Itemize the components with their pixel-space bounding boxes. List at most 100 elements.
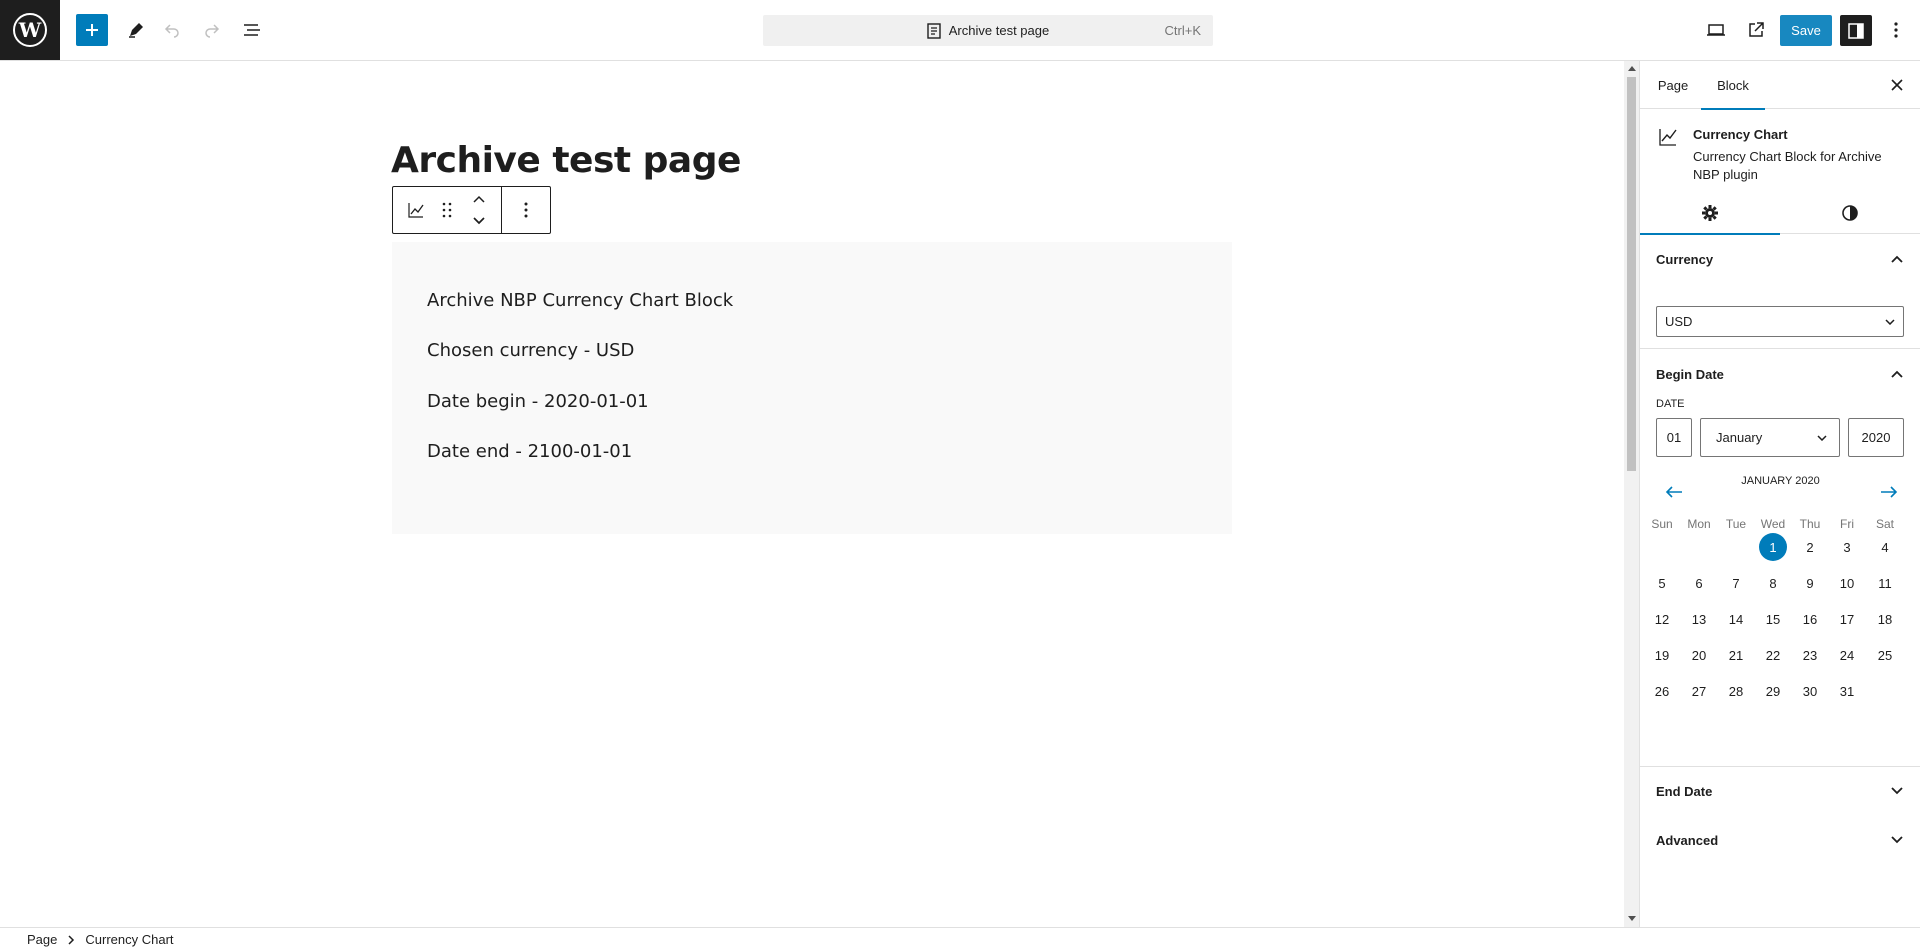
calendar-day[interactable]: 31 (1833, 677, 1861, 705)
save-button[interactable]: Save (1780, 15, 1832, 46)
more-vertical-icon (1894, 22, 1898, 38)
block-card-title: Currency Chart (1693, 127, 1788, 142)
calendar-day[interactable]: 24 (1833, 641, 1861, 669)
calendar-day[interactable]: 13 (1685, 605, 1713, 633)
move-down-button[interactable] (467, 211, 491, 229)
calendar-day[interactable]: 27 (1685, 677, 1713, 705)
calendar-day[interactable]: 23 (1796, 641, 1824, 669)
calendar-day[interactable]: 9 (1796, 569, 1824, 597)
scroll-down-arrow[interactable] (1627, 913, 1636, 923)
drag-handle[interactable] (437, 197, 457, 223)
tab-page[interactable]: Page (1648, 61, 1698, 109)
settings-toggle-button[interactable] (1840, 15, 1872, 46)
currency-select[interactable]: USD (1656, 306, 1904, 337)
settings-sidebar: Page Block Currency Chart Currency Chart… (1639, 61, 1920, 927)
arrow-left-icon (1665, 486, 1682, 498)
more-vertical-icon (524, 202, 528, 218)
chevron-down-icon (1817, 434, 1827, 441)
drag-handle-icon (442, 202, 452, 218)
calendar-day[interactable]: 20 (1685, 641, 1713, 669)
undo-button[interactable] (156, 14, 188, 46)
close-icon (1891, 79, 1903, 91)
chevron-up-icon (473, 195, 485, 203)
calendar-day[interactable]: 15 (1759, 605, 1787, 633)
calendar-day[interactable]: 14 (1722, 605, 1750, 633)
advanced-panel-title: Advanced (1656, 832, 1719, 848)
calendar-day-selected[interactable]: 1 (1759, 533, 1787, 561)
breadcrumb-page[interactable]: Page (27, 932, 57, 947)
day-input[interactable]: 01 (1656, 418, 1692, 457)
calendar-day[interactable]: 16 (1796, 605, 1824, 633)
move-up-button[interactable] (467, 191, 491, 209)
block-options-button[interactable] (511, 197, 541, 223)
calendar-day[interactable]: 8 (1759, 569, 1787, 597)
calendar-day[interactable]: 12 (1648, 605, 1676, 633)
svg-text:W: W (18, 18, 42, 42)
desktop-icon (1707, 24, 1725, 36)
command-palette-bar[interactable]: Archive test page Ctrl+K (763, 15, 1213, 46)
calendar-day[interactable]: 21 (1722, 641, 1750, 669)
close-sidebar-button[interactable] (1885, 73, 1909, 97)
calendar-day[interactable]: 3 (1833, 533, 1861, 561)
calendar-day[interactable]: 30 (1796, 677, 1824, 705)
month-select[interactable]: January (1700, 418, 1840, 457)
scroll-up-arrow[interactable] (1627, 63, 1636, 73)
calendar-day[interactable]: 2 (1796, 533, 1824, 561)
currency-select-value: USD (1665, 314, 1693, 329)
calendar-day[interactable]: 25 (1871, 641, 1899, 669)
end-date-panel-toggle[interactable]: End Date (1640, 767, 1920, 815)
block-card-description: Currency Chart Block for Archive NBP plu… (1693, 149, 1882, 182)
tab-styles[interactable] (1780, 192, 1920, 234)
redo-button[interactable] (196, 14, 228, 46)
options-button[interactable] (1880, 14, 1912, 46)
advanced-panel-toggle[interactable]: Advanced (1640, 816, 1920, 864)
date-label: DATE (1656, 398, 1685, 410)
view-page-button[interactable] (1740, 14, 1772, 46)
block-breadcrumb: Page Currency Chart (0, 927, 1920, 951)
calendar-day[interactable]: 18 (1871, 605, 1899, 633)
undo-icon (164, 24, 179, 38)
block-toolbar (392, 186, 551, 234)
canvas-scrollbar[interactable] (1624, 61, 1639, 927)
document-overview-button[interactable] (236, 14, 268, 46)
list-view-icon (244, 24, 260, 36)
gear-icon (1702, 205, 1718, 221)
calendar-day[interactable]: 4 (1871, 533, 1899, 561)
currency-chart-block[interactable]: Archive NBP Currency Chart Block Chosen … (392, 242, 1232, 534)
editor-canvas[interactable]: Archive test page Archive NBP Currency C… (0, 61, 1624, 927)
begin-date-panel-toggle[interactable]: Begin Date (1640, 350, 1920, 398)
chevron-down-icon (473, 217, 485, 225)
month-select-value: January (1716, 430, 1763, 445)
calendar-day[interactable]: 28 (1722, 677, 1750, 705)
begin-date-panel-title: Begin Date (1656, 366, 1724, 382)
calendar-day[interactable]: 29 (1759, 677, 1787, 705)
currency-panel-toggle[interactable]: Currency (1640, 235, 1920, 283)
next-month-button[interactable] (1877, 480, 1901, 504)
tab-block[interactable]: Block (1701, 61, 1765, 110)
calendar-day[interactable]: 17 (1833, 605, 1861, 633)
calendar-day[interactable]: 10 (1833, 569, 1861, 597)
year-input[interactable]: 2020 (1848, 418, 1904, 457)
wordpress-logo-button[interactable]: W (0, 0, 60, 60)
post-title[interactable]: Archive test page (391, 140, 741, 181)
breadcrumb-currency-chart[interactable]: Currency Chart (85, 932, 173, 947)
calendar-day[interactable]: 11 (1871, 569, 1899, 597)
tools-button[interactable] (120, 14, 152, 46)
preview-button[interactable] (1700, 14, 1732, 46)
add-block-button[interactable] (76, 14, 108, 46)
calendar-day[interactable]: 22 (1759, 641, 1787, 669)
calendar-day[interactable]: 7 (1722, 569, 1750, 597)
calendar-day[interactable]: 5 (1648, 569, 1676, 597)
block-type-button[interactable] (403, 197, 429, 223)
block-heading: Archive NBP Currency Chart Block (427, 290, 734, 311)
triangle-up-icon (1627, 65, 1636, 71)
calendar-day[interactable]: 26 (1648, 677, 1676, 705)
editor-header: W Archive test page Ctrl+K Save (0, 0, 1920, 61)
shortcut-hint: Ctrl+K (1164, 23, 1201, 38)
scroll-thumb[interactable] (1627, 77, 1636, 471)
currency-panel-title: Currency (1656, 251, 1714, 267)
calendar-day[interactable]: 6 (1685, 569, 1713, 597)
calendar-weekday: Wed (1760, 517, 1786, 531)
calendar-day[interactable]: 19 (1648, 641, 1676, 669)
tab-settings[interactable] (1640, 192, 1780, 235)
